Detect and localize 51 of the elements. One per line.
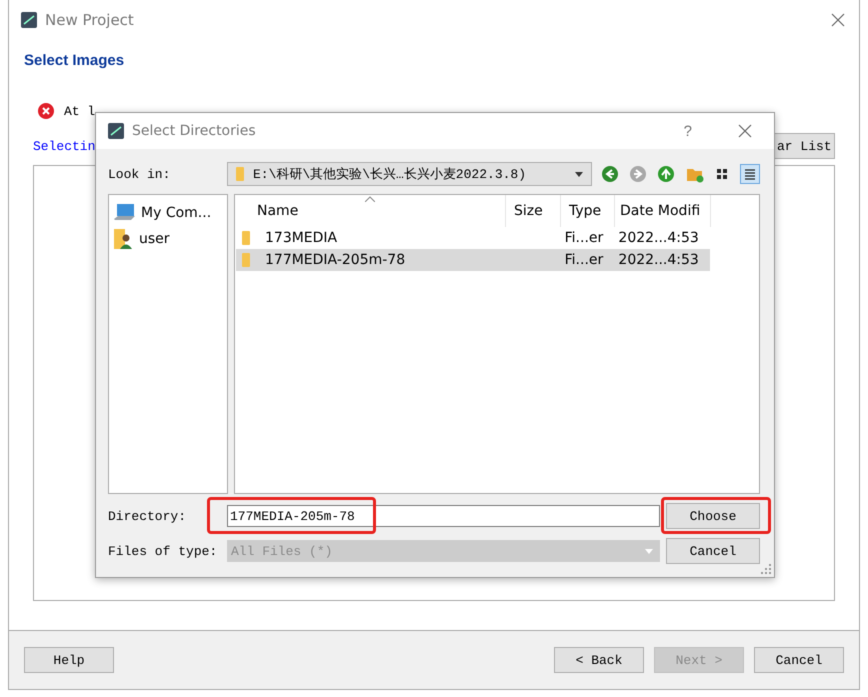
file-type: Fi...er (564, 230, 604, 246)
look-in-label: Look in: (108, 166, 172, 182)
file-type: Fi...er (564, 252, 604, 268)
clear-list-button[interactable]: ar List (775, 133, 835, 159)
list-icon (744, 168, 756, 180)
back-icon[interactable] (602, 166, 618, 182)
help-button[interactable]: ? (684, 122, 692, 140)
wizard-button[interactable]: < Back (554, 647, 644, 673)
resize-grip-icon[interactable] (761, 564, 771, 574)
error-message: At l (64, 104, 96, 118)
file-row[interactable]: 177MEDIA-205m-78 Fi...er 2022...4:53 (236, 249, 710, 271)
computer-icon (113, 203, 135, 223)
grid-icon (716, 168, 728, 180)
page-heading: Select Images (24, 52, 126, 69)
directory-field[interactable]: 177MEDIA-205m-78 (227, 505, 660, 527)
user-folder-icon (113, 228, 133, 250)
error-icon (38, 103, 54, 119)
place-item[interactable]: My Com... (113, 200, 223, 226)
look-in-dropdown[interactable]: E:\科研\其他实验\长兴…长兴小麦2022.3.8) (227, 162, 592, 186)
cancel-button[interactable]: Cancel (666, 538, 760, 564)
folder-icon (241, 230, 251, 246)
file-row[interactable]: 173MEDIA Fi...er 2022...4:53 (236, 227, 710, 249)
column-header[interactable]: Name (235, 195, 506, 227)
app-icon (21, 12, 37, 28)
column-header[interactable]: Date Modifi (615, 195, 711, 227)
column-header[interactable]: Size (506, 195, 561, 227)
folder-icon (235, 166, 245, 182)
file-date: 2022...4:53 (618, 252, 699, 268)
app-icon (108, 123, 124, 139)
detail-view-button[interactable] (740, 164, 760, 184)
file-name: 173MEDIA (265, 230, 338, 246)
folder-icon (241, 252, 251, 268)
forward-icon[interactable] (630, 166, 646, 182)
choose-button[interactable]: Choose (666, 503, 760, 529)
caret-icon (645, 548, 653, 554)
place-item[interactable]: user (113, 226, 223, 252)
file-name: 177MEDIA-205m-78 (265, 252, 406, 268)
selecting-label: Selectin (33, 138, 96, 154)
column-header[interactable]: Type (561, 195, 615, 227)
directory-label: Directory: (108, 508, 188, 524)
wizard-button[interactable]: Cancel (754, 647, 844, 673)
dialog-title: Select Directories (132, 123, 257, 139)
up-icon[interactable] (658, 166, 674, 182)
wizard-button[interactable]: Help (24, 647, 114, 673)
window-title: New Project (45, 11, 135, 29)
file-date: 2022...4:53 (618, 230, 699, 246)
sort-caret-icon (365, 196, 375, 202)
files-of-type-label: Files of type: (108, 544, 218, 558)
close-icon[interactable] (831, 13, 845, 27)
caret-icon (575, 172, 583, 176)
close-icon[interactable] (738, 124, 752, 138)
